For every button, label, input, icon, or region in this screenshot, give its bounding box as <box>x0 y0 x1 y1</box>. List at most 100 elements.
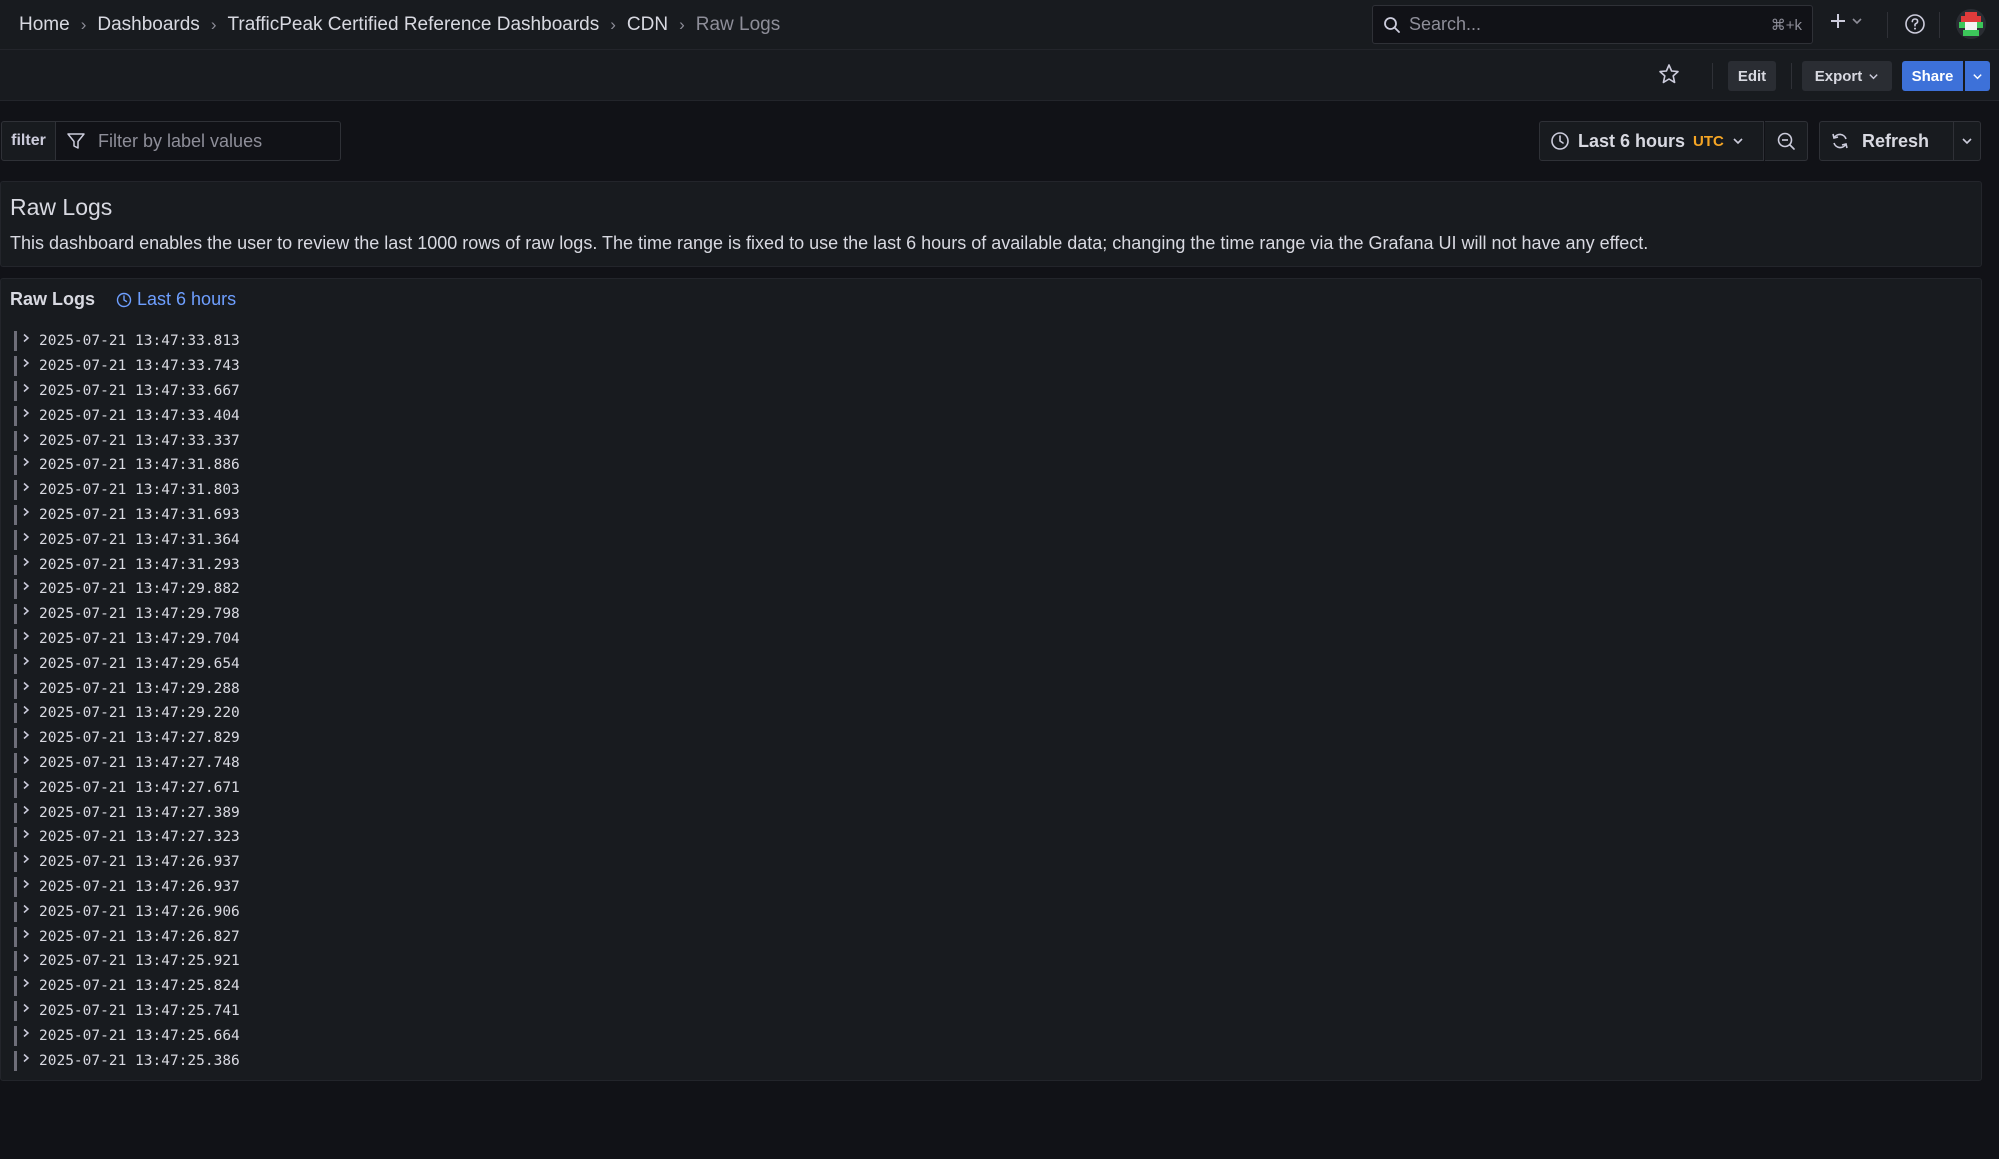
time-range-picker[interactable]: Last 6 hours UTC <box>1539 121 1764 161</box>
log-row[interactable]: 2025-07-21 13:47:26.937 <box>14 850 240 875</box>
chevron-right-icon[interactable] <box>21 333 33 343</box>
log-row[interactable]: 2025-07-21 13:47:29.220 <box>14 701 240 726</box>
log-row[interactable]: 2025-07-21 13:47:27.829 <box>14 726 240 751</box>
log-level-indicator <box>14 380 17 401</box>
log-timestamp: 2025-07-21 13:47:26.827 <box>39 928 240 945</box>
log-row[interactable]: 2025-07-21 13:47:26.827 <box>14 924 240 949</box>
log-timestamp: 2025-07-21 13:47:31.693 <box>39 506 240 523</box>
chevron-right-icon[interactable] <box>21 606 33 616</box>
chevron-right-icon[interactable] <box>21 805 33 815</box>
log-row[interactable]: 2025-07-21 13:47:25.386 <box>14 1048 240 1073</box>
log-row[interactable]: 2025-07-21 13:47:31.364 <box>14 527 240 552</box>
log-level-indicator <box>14 480 17 501</box>
breadcrumb-home[interactable]: Home <box>19 14 70 36</box>
export-button[interactable]: Export <box>1802 61 1892 91</box>
chevron-down-icon <box>1869 73 1878 79</box>
chevron-right-icon[interactable] <box>21 557 33 567</box>
chevron-right-icon[interactable] <box>21 408 33 418</box>
log-row[interactable]: 2025-07-21 13:47:27.389 <box>14 800 240 825</box>
chevron-right-icon: › <box>679 14 685 34</box>
log-row[interactable]: 2025-07-21 13:47:29.288 <box>14 676 240 701</box>
log-row[interactable]: 2025-07-21 13:47:27.323 <box>14 825 240 850</box>
breadcrumb-subfolder[interactable]: CDN <box>627 14 668 36</box>
log-row[interactable]: 2025-07-21 13:47:31.293 <box>14 552 240 577</box>
log-row[interactable]: 2025-07-21 13:47:26.937 <box>14 875 240 900</box>
chevron-down-icon <box>1962 138 1972 145</box>
log-row[interactable]: 2025-07-21 13:47:31.886 <box>14 453 240 478</box>
chevron-right-icon[interactable] <box>21 532 33 542</box>
log-row[interactable]: 2025-07-21 13:47:25.824 <box>14 974 240 999</box>
chevron-right-icon[interactable] <box>21 879 33 889</box>
chevron-right-icon[interactable] <box>21 581 33 591</box>
log-timestamp: 2025-07-21 13:47:29.798 <box>39 606 240 623</box>
log-row[interactable]: 2025-07-21 13:47:29.704 <box>14 627 240 652</box>
log-row[interactable]: 2025-07-21 13:47:25.741 <box>14 999 240 1024</box>
avatar[interactable] <box>1956 9 1986 39</box>
log-row[interactable]: 2025-07-21 13:47:29.882 <box>14 577 240 602</box>
log-row[interactable]: 2025-07-21 13:47:29.654 <box>14 651 240 676</box>
log-row[interactable]: 2025-07-21 13:47:27.748 <box>14 751 240 776</box>
log-row[interactable]: 2025-07-21 13:47:26.906 <box>14 899 240 924</box>
chevron-right-icon[interactable] <box>21 358 33 368</box>
chevron-right-icon[interactable] <box>21 829 33 839</box>
log-row[interactable]: 2025-07-21 13:47:33.337 <box>14 428 240 453</box>
log-row[interactable]: 2025-07-21 13:47:27.671 <box>14 775 240 800</box>
breadcrumb-dashboards[interactable]: Dashboards <box>97 14 199 36</box>
chevron-right-icon[interactable] <box>21 953 33 963</box>
log-row[interactable]: 2025-07-21 13:47:33.743 <box>14 354 240 379</box>
log-row[interactable]: 2025-07-21 13:47:33.404 <box>14 403 240 428</box>
chevron-right-icon[interactable] <box>21 904 33 914</box>
chevron-right-icon[interactable] <box>21 383 33 393</box>
chevron-right-icon[interactable] <box>21 929 33 939</box>
mark-favorite-button[interactable] <box>1658 63 1680 85</box>
breadcrumb-folder[interactable]: TrafficPeak Certified Reference Dashboar… <box>227 14 599 36</box>
log-row[interactable]: 2025-07-21 13:47:31.803 <box>14 478 240 503</box>
log-row[interactable]: 2025-07-21 13:47:33.813 <box>14 329 240 354</box>
log-level-indicator <box>14 976 17 997</box>
chevron-right-icon[interactable] <box>21 631 33 641</box>
chevron-right-icon[interactable] <box>21 730 33 740</box>
chevron-right-icon[interactable] <box>21 1028 33 1038</box>
chevron-right-icon[interactable] <box>21 681 33 691</box>
refresh-button[interactable]: Refresh <box>1819 121 1954 161</box>
log-timestamp: 2025-07-21 13:47:25.664 <box>39 1027 240 1044</box>
chevron-right-icon[interactable] <box>21 1003 33 1013</box>
log-level-indicator <box>14 504 17 525</box>
log-timestamp: 2025-07-21 13:47:33.667 <box>39 382 240 399</box>
chevron-right-icon[interactable] <box>21 482 33 492</box>
chevron-right-icon[interactable] <box>21 978 33 988</box>
chevron-right-icon[interactable] <box>21 780 33 790</box>
chevron-right-icon[interactable] <box>21 457 33 467</box>
log-list: 2025-07-21 13:47:33.813 2025-07-21 13:47:… <box>14 329 240 1073</box>
filter-input[interactable]: Filter by label values <box>56 121 341 161</box>
logs-panel-title[interactable]: Raw Logs <box>10 289 95 310</box>
log-row[interactable]: 2025-07-21 13:47:31.693 <box>14 503 240 528</box>
log-row[interactable]: 2025-07-21 13:47:25.921 <box>14 949 240 974</box>
time-override-badge: Last 6 hours <box>116 289 236 310</box>
chevron-right-icon[interactable] <box>21 656 33 666</box>
chevron-right-icon[interactable] <box>21 507 33 517</box>
share-button[interactable]: Share <box>1902 61 1963 91</box>
share-dropdown-button[interactable] <box>1965 61 1990 91</box>
log-level-indicator <box>14 926 17 947</box>
chevron-right-icon[interactable] <box>21 854 33 864</box>
refresh-interval-dropdown[interactable] <box>1954 121 1981 161</box>
log-timestamp: 2025-07-21 13:47:25.921 <box>39 953 240 970</box>
log-row[interactable]: 2025-07-21 13:47:25.664 <box>14 1023 240 1048</box>
text-panel-description: This dashboard enables the user to revie… <box>10 233 1649 253</box>
zoom-out-button[interactable] <box>1765 121 1808 161</box>
edit-button[interactable]: Edit <box>1728 61 1776 91</box>
help-button[interactable] <box>1904 13 1926 35</box>
log-row[interactable]: 2025-07-21 13:47:29.798 <box>14 602 240 627</box>
search-input[interactable]: Search... ⌘+k <box>1372 5 1813 44</box>
chevron-right-icon[interactable] <box>21 433 33 443</box>
log-row[interactable]: 2025-07-21 13:47:33.667 <box>14 379 240 404</box>
chevron-right-icon: › <box>610 14 616 34</box>
chevron-right-icon[interactable] <box>21 755 33 765</box>
log-level-indicator <box>14 951 17 972</box>
chevron-right-icon[interactable] <box>21 705 33 715</box>
log-level-indicator <box>14 455 17 476</box>
chevron-right-icon[interactable] <box>21 1053 33 1063</box>
new-menu-button[interactable] <box>1829 12 1863 30</box>
log-level-indicator <box>14 1025 17 1046</box>
